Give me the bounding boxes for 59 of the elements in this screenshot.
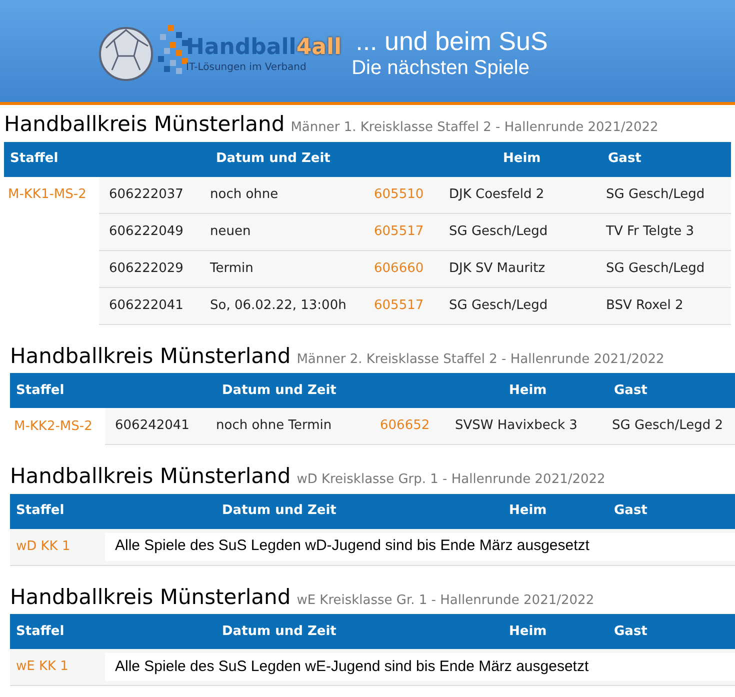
home-team: SVSW Havixbeck 3 [455,417,578,436]
column-header: Datum und Zeit [215,150,332,168]
section-title: Handballkreis Münsterland [10,584,291,610]
section-subtitle: Männer 1. Kreisklasse Staffel 2 - Hallenrunde 2021/2022 [290,119,658,137]
game-number: 606222041 [108,296,184,315]
column-header: Gast [613,622,648,641]
hall-number-link[interactable]: 605510 [374,184,449,204]
column-header: Heim [508,502,548,520]
home-team: DJK Coesfeld 2 [449,186,546,204]
guest-team: SG Gesch/Legd [606,260,706,278]
guest-team: BSV Roxel 2 [606,296,684,315]
column-header: Staffel [9,150,60,168]
column-header: Gast [613,382,648,400]
logo-wordmark: Handball4all [186,36,342,60]
column-header: Heim [508,382,548,400]
home-team: SG Gesch/Legd [449,296,549,315]
notice-text: Alle Spiele des SuS Legden wE-Jugend sind bis Ende März ausgesetzt [105,653,735,681]
game-date: So, 06.02.22, 13:00h [209,296,348,315]
guest-team: TV Fr Telgte 3 [606,222,696,241]
column-header: Staffel [15,502,66,520]
column-header: Heim [502,150,542,168]
hall-number-link[interactable]: 605517 [374,222,449,242]
game-number: 606222049 [108,222,184,241]
home-team: DJK SV Mauritz [449,260,546,278]
section-title: Handballkreis Münsterland [10,463,291,489]
staffel-link[interactable]: M-KK2-MS-2 [10,416,92,436]
guest-team: SG Gesch/Legd 2 [612,417,724,436]
game-date: noch ohne Termin [215,417,333,436]
game-number: 606242041 [114,417,190,436]
notice-text: Alle Spiele des SuS Legden wD-Jugend sind bis Ende März ausgesetzt [105,532,735,560]
column-header: Gast [607,150,642,168]
section-subtitle: wE Kreisklasse Gr. 1 - Hallenrunde 2021/2022 [296,592,594,610]
guest-team: SG Gesch/Legd [606,186,706,204]
column-header: Staffel [15,382,66,400]
column-header: Datum und Zeit [221,382,338,400]
staffel-link[interactable]: wE KK 1 [10,657,105,677]
column-header: Heim [508,622,548,641]
hall-number-link[interactable]: 606652 [380,416,455,436]
section-subtitle: Männer 2. Kreisklasse Staffel 2 - Hallenrunde 2021/2022 [296,350,664,368]
hall-number-link[interactable]: 605517 [374,296,449,316]
hall-number-link[interactable]: 606660 [374,258,449,278]
column-header: Staffel [15,622,66,641]
section-title: Handballkreis Münsterland [4,111,285,137]
column-header: Gast [613,502,648,520]
header-title: ... und beim SuS [354,26,548,56]
game-number: 606222037 [108,186,184,204]
staffel-link[interactable]: wD KK 1 [10,536,105,556]
game-date: neuen [209,222,252,241]
game-date: Termin [209,260,254,278]
header-subtitle: Die nächsten Spiele [352,56,530,80]
game-date: noch ohne [209,186,280,204]
logo-tagline: IT-Lösungen im Verband [186,60,308,74]
section-title: Handballkreis Münsterland [10,342,291,368]
home-team: SG Gesch/Legd [449,222,549,241]
section-subtitle: wD Kreisklasse Grp. 1 - Hallenrunde 2021/2022 [296,471,606,489]
staffel-link[interactable]: M-KK1-MS-2 [4,185,86,205]
game-number: 606222029 [108,260,184,278]
column-header: Datum und Zeit [221,622,338,641]
column-header: Datum und Zeit [221,502,338,520]
